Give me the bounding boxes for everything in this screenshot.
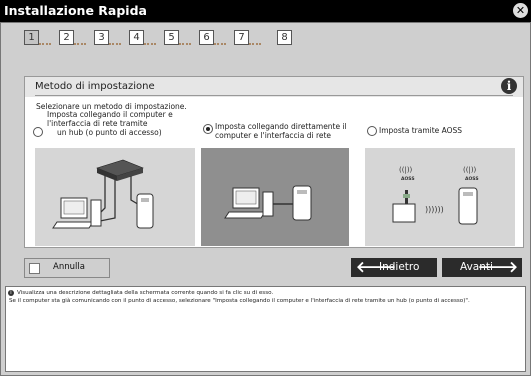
option-direct-label[interactable]: Imposta collegando direttamente il compu… [215, 122, 365, 140]
svg-text:)))))): )))))) [425, 205, 444, 214]
option-line: computer e l'interfaccia di rete [215, 131, 332, 140]
header-divider [35, 95, 513, 96]
step-number: 3 [94, 30, 109, 45]
description-line-1: Visualizza una descrizione dettagliata d… [17, 290, 274, 296]
direct-illustration[interactable] [201, 148, 349, 246]
step-number: 5 [164, 30, 179, 45]
description-box: i Visualizza una descrizione dettagliata… [5, 286, 526, 372]
info-small-icon: i [8, 290, 14, 296]
radio-direct-option[interactable] [203, 124, 213, 134]
svg-text:((|)): ((|)) [463, 166, 477, 174]
aoss-illustration[interactable]: ((|)) ((|)) AOSS AOSS )))))) [365, 148, 515, 246]
radio-hub-option[interactable] [33, 127, 43, 137]
step-connector [74, 39, 86, 45]
option-aoss-label[interactable]: Imposta tramite AOSS [379, 126, 519, 135]
step-number: 8 [277, 30, 292, 45]
option-line: l'interfaccia di rete tramite [47, 119, 148, 128]
back-label: Indietro [379, 261, 420, 273]
aoss-label-left: AOSS [401, 176, 415, 182]
arrow-right-icon: 🡒 [477, 258, 518, 276]
option-hub-label[interactable]: Imposta collegando il computer e l'inter… [47, 110, 207, 137]
title-bar: Installazione Rapida ✕ [0, 0, 531, 22]
cancel-button[interactable]: Annulla [24, 258, 110, 278]
step-number: 2 [59, 30, 74, 45]
option-line: un hub (o punto di accesso) [57, 128, 162, 137]
info-icon[interactable]: i [501, 78, 517, 94]
option-line: Imposta tramite AOSS [379, 126, 463, 135]
description-line-2: Se il computer sta già comunicando con i… [9, 298, 470, 304]
aoss-label-right: AOSS [465, 176, 479, 182]
radio-aoss-option[interactable] [367, 126, 377, 136]
hub-network-icon [52, 159, 154, 229]
panel-header: Metodo di impostazione i [25, 77, 523, 97]
step-number: 1 [24, 30, 39, 45]
cancel-icon [29, 263, 40, 274]
setup-method-panel: Metodo di impostazione i Selezionare un … [24, 76, 524, 248]
step-number: 7 [234, 30, 249, 45]
aoss-network-icon: ((|)) ((|)) AOSS AOSS )))))) [392, 166, 479, 225]
step-number: 4 [129, 30, 144, 45]
wizard-buttons: Annulla 🡐 Indietro Avanti 🡒 [24, 258, 522, 278]
close-icon[interactable]: ✕ [513, 3, 528, 18]
cancel-label: Annulla [53, 262, 85, 272]
step-connector [214, 39, 226, 45]
step-connector [179, 39, 191, 45]
step-connector [39, 39, 51, 45]
back-button[interactable]: 🡐 Indietro [351, 258, 437, 277]
step-connector [109, 39, 121, 45]
option-line: Imposta collegando il computer e [47, 110, 173, 119]
option-line: Imposta collegando direttamente il [215, 122, 347, 131]
hub-illustration[interactable] [35, 148, 195, 246]
next-button[interactable]: Avanti 🡒 [442, 258, 522, 277]
svg-text:((|)): ((|)) [399, 166, 413, 174]
step-connector [144, 39, 156, 45]
step-number: 6 [199, 30, 214, 45]
section-title: Metodo di impostazione [35, 81, 155, 92]
window-title: Installazione Rapida [4, 3, 147, 18]
direct-network-icon [224, 185, 312, 221]
step-connector [249, 39, 261, 45]
